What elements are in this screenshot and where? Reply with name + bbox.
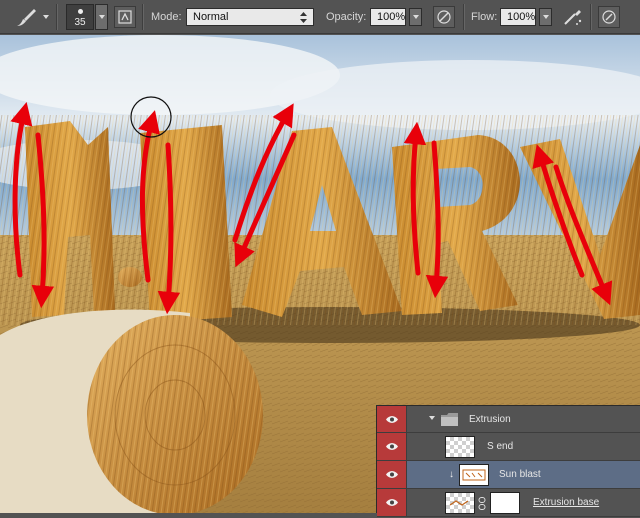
straw-letters (0, 115, 640, 325)
chevron-down-icon (43, 15, 49, 19)
divider (590, 4, 592, 30)
chevron-down-icon (98, 15, 105, 19)
divider (142, 4, 144, 30)
foreground-bale (0, 309, 263, 513)
eye-icon (385, 471, 398, 478)
airbrush-toggle[interactable] (561, 0, 585, 34)
opacity-input[interactable]: 100% (370, 8, 406, 26)
opacity-slider-button[interactable] (409, 8, 422, 26)
flow-control[interactable]: 100% (500, 0, 552, 34)
layer-mask-thumbnail[interactable] (490, 492, 520, 514)
pressure-size-icon (598, 6, 620, 28)
divider (56, 4, 58, 30)
brush-size-picker[interactable]: 35 (66, 0, 108, 34)
mode-label: Mode: (151, 11, 182, 23)
brush-size-preview: 35 (66, 4, 94, 30)
opacity-control[interactable]: 100% (370, 0, 422, 34)
brush-tool-icon[interactable] (14, 0, 38, 34)
pressure-opacity-toggle[interactable] (433, 0, 455, 34)
chevron-down-icon (542, 15, 549, 19)
brush-panel-icon (114, 6, 136, 28)
airbrush-icon (564, 10, 582, 25)
layer-sun-blast[interactable]: ↓ Sun blast (377, 461, 640, 489)
layer-thumbnail (459, 464, 489, 486)
brush-tip-icon (78, 9, 83, 14)
select-arrows-icon (300, 11, 307, 23)
layer-name: Extrusion (469, 413, 511, 425)
layer-name: Sun blast (499, 469, 541, 480)
layers-panel: Extrusion S end ↓ Sun blast Extrusion ba… (376, 405, 640, 517)
pressure-size-toggle[interactable] (598, 0, 620, 34)
layer-group-extrusion[interactable]: Extrusion (377, 406, 640, 433)
blend-mode-select[interactable]: Normal (186, 0, 314, 34)
clipping-mask-icon: ↓ (449, 469, 454, 480)
blend-mode-value: Normal (193, 11, 229, 23)
pressure-opacity-icon (433, 6, 455, 28)
flow-slider-button[interactable] (539, 8, 552, 26)
visibility-toggle[interactable] (377, 433, 407, 460)
arrow-down-icon (157, 142, 181, 315)
brush-preset-dropdown[interactable] (43, 0, 49, 34)
expand-arrow-icon[interactable] (429, 416, 435, 420)
eye-icon (385, 499, 398, 506)
layer-name: Extrusion base (533, 497, 600, 508)
flow-label: Flow: (471, 11, 498, 23)
divider (463, 4, 465, 30)
visibility-toggle[interactable] (377, 489, 407, 516)
layer-name: S end (487, 441, 514, 452)
eye-icon (385, 415, 398, 423)
chevron-down-icon (412, 15, 419, 19)
link-icon[interactable] (478, 497, 486, 515)
brush-size-dropdown[interactable] (95, 4, 108, 30)
layer-thumbnail (445, 492, 475, 514)
visibility-toggle[interactable] (377, 406, 407, 432)
visibility-toggle[interactable] (377, 461, 407, 488)
flow-input[interactable]: 100% (500, 8, 536, 26)
brush-panel-toggle[interactable] (114, 0, 136, 34)
layer-s-end[interactable]: S end (377, 433, 640, 461)
tool-options-bar: 35 Mode: Normal Opacity: 100% Flow: 100% (0, 0, 640, 34)
folder-icon (441, 413, 458, 431)
layer-thumbnail (445, 436, 475, 458)
opacity-label: Opacity: (326, 11, 367, 23)
brush-size-value: 35 (74, 17, 86, 28)
eye-icon (385, 443, 398, 450)
